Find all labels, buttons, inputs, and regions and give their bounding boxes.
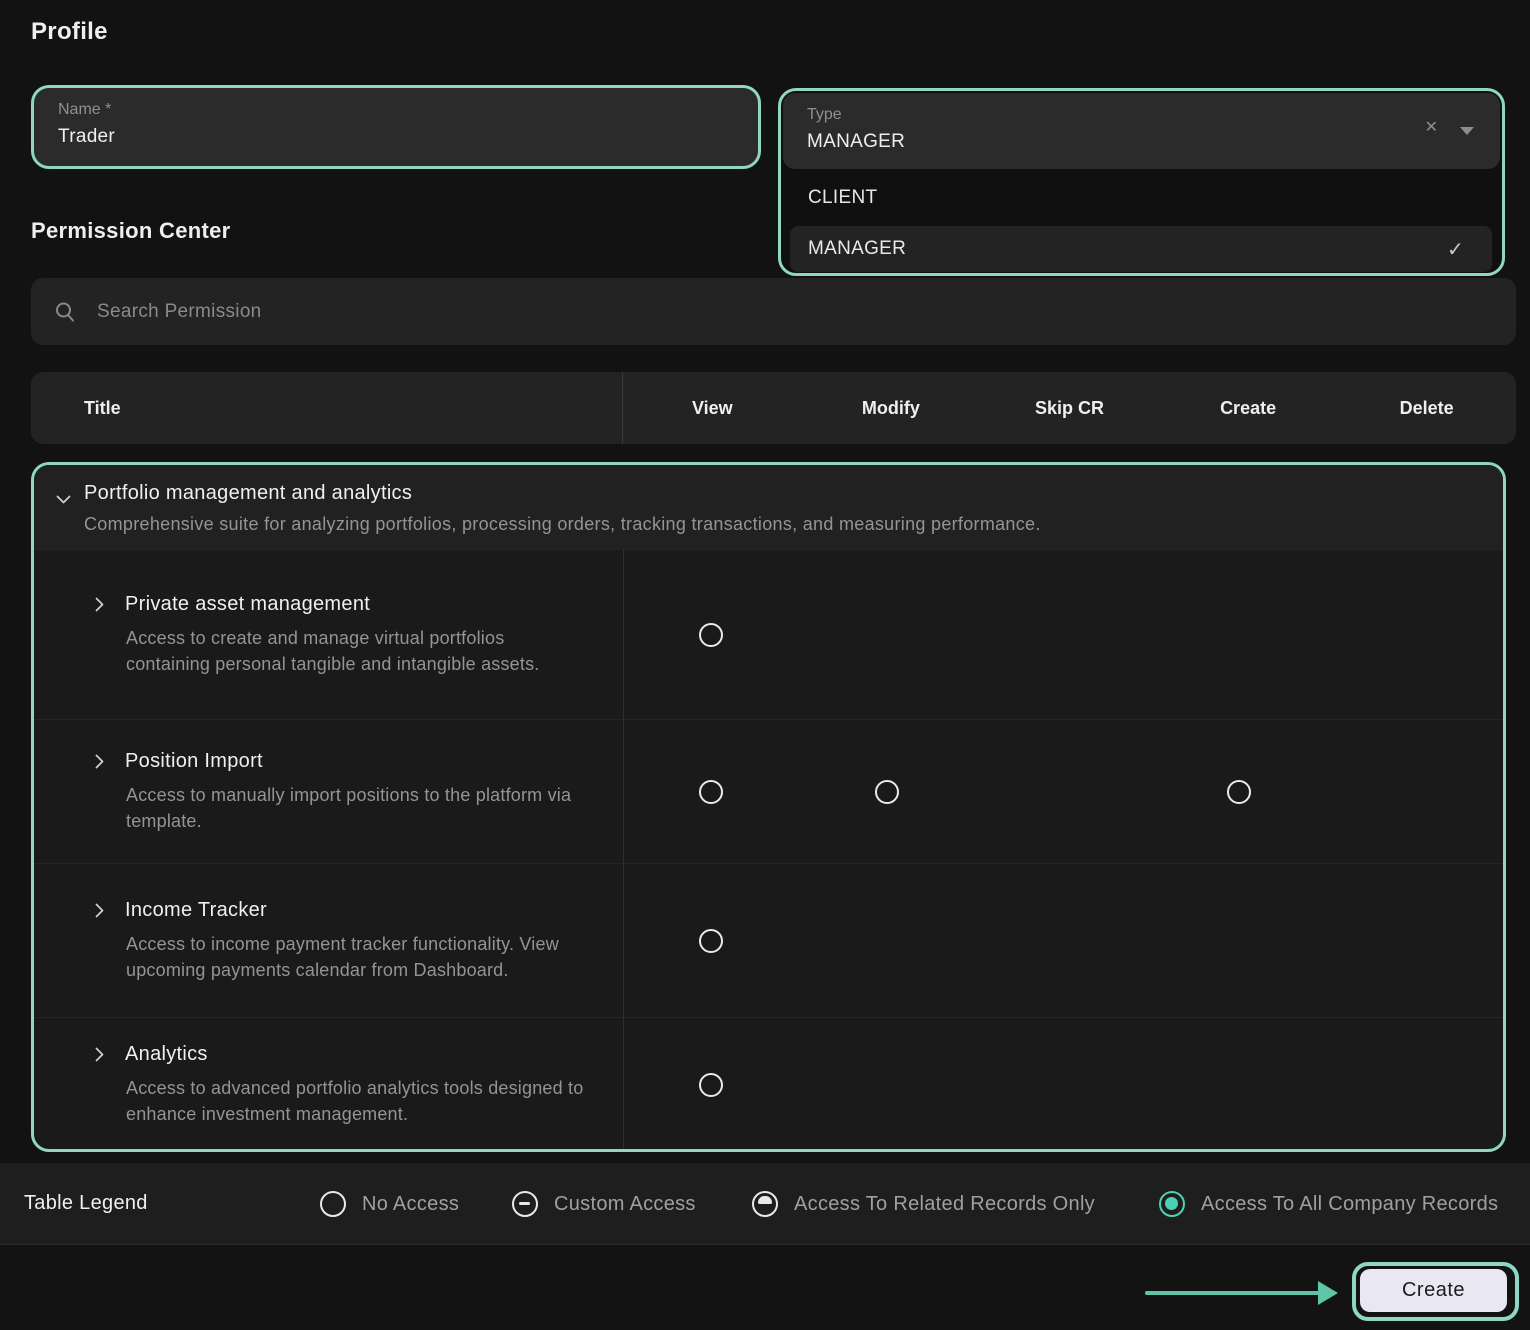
column-header-delete: Delete [1399,398,1454,418]
column-header-title: Title [31,372,623,444]
type-field-value[interactable]: MANAGER [807,131,905,153]
dash-circle-icon [512,1191,538,1217]
name-field-label: Name * [58,101,112,118]
legend-item-related-records: Access To Related Records Only [752,1163,1095,1245]
column-header-create: Create [1220,398,1277,418]
footer-bar [0,1246,1530,1330]
permission-row-title: Position Import [125,749,263,772]
permission-table-header: Title View Modify Skip CR Create Delete [31,372,1516,444]
create-button-annotation: Create [1352,1262,1519,1321]
chevron-right-icon[interactable] [95,597,104,612]
annotation-arrow-head [1318,1281,1338,1305]
type-option-manager-label: MANAGER [808,238,907,259]
chevron-right-icon[interactable] [95,903,104,918]
radio-view[interactable] [699,622,723,647]
permission-cell-modify [799,779,975,804]
filled-circle-icon [1159,1191,1185,1217]
permission-row-income-tracker: Income Tracker Access to income payment … [34,863,1503,1017]
type-option-manager[interactable]: MANAGER ✓ [790,226,1492,272]
radio-view[interactable] [699,928,723,953]
permission-cell-view [623,928,799,953]
clear-icon[interactable]: ✕ [1425,117,1438,137]
permission-group-description: Comprehensive suite for analyzing portfo… [84,514,1041,534]
profile-permissions-page: Profile Name * Trader Type MANAGER ✕ CLI… [0,0,1530,1330]
permission-row-title: Income Tracker [125,898,268,921]
name-field[interactable]: Name * Trader [31,85,761,169]
legend-label: Custom Access [554,1192,696,1215]
type-field[interactable]: Type MANAGER ✕ [783,93,1500,169]
radio-view[interactable] [699,779,723,804]
permission-row-description: Access to advanced portfolio analytics t… [126,1078,584,1124]
create-button[interactable]: Create [1360,1269,1507,1312]
chevron-down-icon[interactable] [56,491,71,509]
legend-label: No Access [362,1192,460,1215]
permission-row-analytics: Analytics Access to advanced portfolio a… [34,1017,1503,1149]
search-bar[interactable] [31,278,1516,345]
permission-row-position-import: Position Import Access to manually impor… [34,719,1503,863]
type-field-label: Type [807,106,842,123]
type-option-client-label: CLIENT [808,187,878,208]
caret-down-icon[interactable] [1460,127,1474,135]
permission-rows: Private asset management Access to creat… [34,549,1503,1149]
legend-item-custom-access: Custom Access [512,1163,696,1245]
radio-view[interactable] [699,1073,723,1097]
radio-modify[interactable] [875,779,899,804]
permission-cell-create [1151,779,1327,804]
type-dropdown-menu: CLIENT MANAGER ✓ [781,169,1502,272]
permission-cell-view [623,779,799,804]
chevron-right-icon[interactable] [95,1047,104,1062]
column-header-skip-cr: Skip CR [1034,398,1104,418]
permission-row-title: Private asset management [125,592,371,615]
permission-row-title: Analytics [125,1043,208,1065]
permission-cell-view [623,1073,799,1097]
permission-cell-view [623,622,799,647]
check-icon: ✓ [1446,238,1464,261]
legend-item-no-access: No Access [320,1163,459,1245]
name-field-value[interactable]: Trader [58,126,115,148]
permission-center-heading: Permission Center [31,218,231,243]
search-input[interactable] [97,300,1297,323]
table-legend-title: Table Legend [24,1192,148,1214]
empty-circle-icon [320,1191,346,1217]
permission-group-section: Portfolio management and analytics Compr… [31,462,1506,1152]
column-header-modify: Modify [861,398,920,418]
permission-row-description: Access to manually import positions to t… [126,784,572,831]
legend-item-all-company-records: Access To All Company Records [1159,1163,1498,1245]
chevron-right-icon[interactable] [95,754,104,769]
radio-create[interactable] [1227,779,1251,804]
search-icon [56,302,74,321]
legend-label: Access To All Company Records [1201,1192,1499,1215]
annotation-arrow [1145,1291,1322,1295]
table-legend-bar: Table Legend No Access Custom Access Acc… [0,1163,1530,1245]
column-header-view: View [691,398,733,418]
permission-group-title: Portfolio management and analytics [84,482,413,504]
permission-group-header[interactable]: Portfolio management and analytics Compr… [34,465,1503,549]
profile-heading: Profile [31,18,108,45]
permission-row-description: Access to create and manage virtual port… [126,627,540,674]
half-filled-circle-icon [752,1191,778,1217]
permission-row-private-asset-management: Private asset management Access to creat… [34,549,1503,719]
type-option-client[interactable]: CLIENT [781,174,1502,222]
type-dropdown: Type MANAGER ✕ CLIENT MANAGER ✓ [778,88,1505,276]
permission-row-description: Access to income payment tracker functio… [126,933,559,980]
legend-label: Access To Related Records Only [794,1192,1095,1215]
